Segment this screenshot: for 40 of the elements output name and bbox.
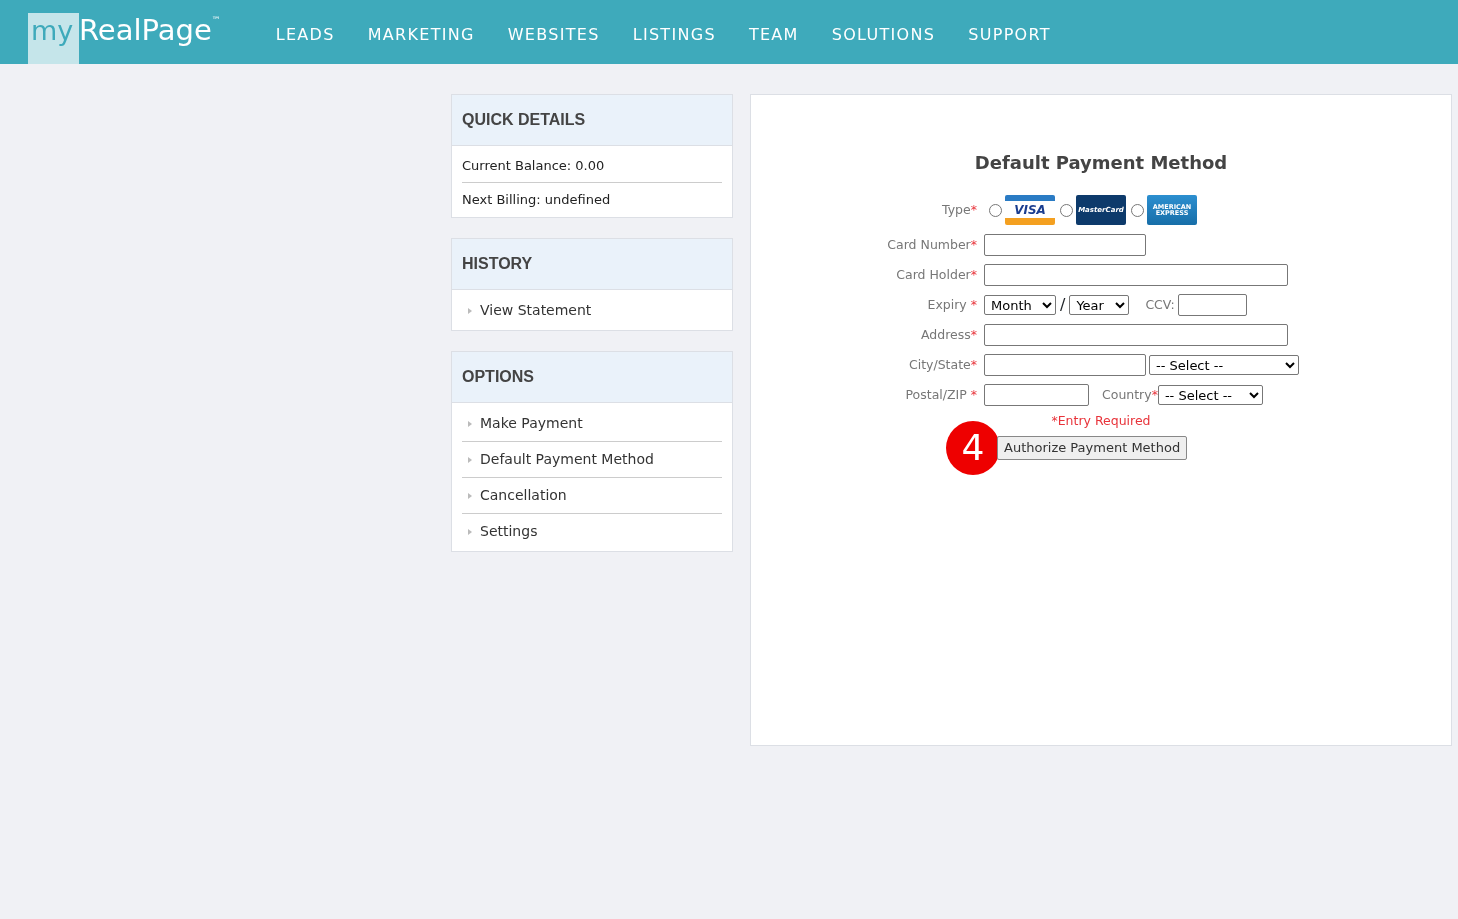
field-label: Country*	[1101, 385, 1158, 404]
state-select[interactable]: -- Select --	[1149, 355, 1299, 375]
sidebar-link[interactable]: View Statement	[480, 300, 592, 321]
sidebar-link[interactable]: Make Payment	[480, 413, 583, 434]
step-number-badge: 4	[946, 420, 1000, 475]
bullet-triangle-icon	[468, 528, 472, 535]
field-label: Type*	[941, 200, 978, 219]
month-select[interactable]: Month	[984, 295, 1056, 315]
bullet-triangle-icon	[468, 492, 472, 499]
panel-header: HISTORY	[452, 239, 732, 290]
text-field[interactable]	[984, 354, 1146, 376]
sidebar-link[interactable]: Settings	[480, 521, 538, 542]
text-field[interactable]	[984, 234, 1146, 256]
bullet-triangle-icon	[468, 420, 472, 427]
text-field[interactable]	[984, 384, 1089, 406]
year-select[interactable]: Year	[1069, 295, 1130, 315]
sidebar-link[interactable]: Cancellation	[480, 485, 567, 506]
separator-text: /	[1060, 294, 1066, 316]
field-label: CCV:	[1144, 295, 1176, 314]
info-text: Next Billing: undefined	[462, 191, 611, 207]
field-label: City/State*	[907, 355, 978, 374]
field-label: Postal/ZIP *	[904, 385, 978, 404]
text-field[interactable]	[984, 324, 1288, 346]
field-label: Expiry *	[926, 295, 978, 314]
country-select[interactable]: -- Select --	[1157, 385, 1263, 405]
form-title: Default Payment Method	[973, 151, 1229, 175]
info-text: Current Balance: 0.00	[462, 158, 605, 173]
required-note: *Entry Required	[1050, 412, 1152, 430]
field-label: Card Number*	[886, 235, 978, 254]
authorize-button[interactable]: Authorize Payment Method	[997, 436, 1188, 460]
sidebar-link[interactable]: Default Payment Method	[480, 449, 654, 470]
bullet-triangle-icon	[468, 456, 472, 463]
panel-header: QUICK DETAILS	[452, 95, 732, 146]
bullet-triangle-icon	[468, 307, 472, 314]
text-field[interactable]	[984, 264, 1288, 286]
panel-header: OPTIONS	[452, 352, 732, 403]
field-label: Card Holder*	[895, 265, 978, 284]
card-logo: VISA	[1005, 195, 1055, 225]
field-label: Address*	[919, 325, 978, 344]
ccv-field[interactable]	[1177, 294, 1247, 316]
